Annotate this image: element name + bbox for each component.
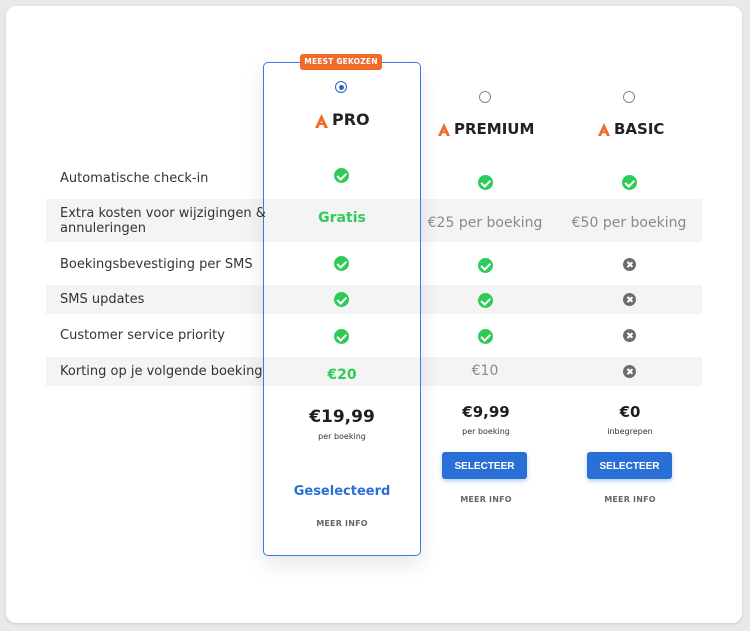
check-icon — [478, 293, 493, 308]
check-icon — [334, 256, 349, 271]
cross-icon — [623, 258, 636, 271]
brand-logo-icon — [315, 113, 328, 128]
brand-logo-icon — [438, 123, 450, 136]
check-icon — [622, 175, 637, 190]
feature-label-service-priority: Customer service priority — [60, 328, 225, 343]
cross-icon — [623, 293, 636, 306]
feature-label-extra-kosten: Extra kosten voor wijzigingen & annuleri… — [60, 206, 266, 236]
plan-name-premium: PREMIUM — [454, 120, 535, 138]
select-button-basic[interactable]: SELECTEER — [587, 452, 672, 479]
select-button-premium[interactable]: SELECTEER — [442, 452, 527, 479]
feature-label-sms-updates: SMS updates — [60, 292, 145, 307]
plan-radio-premium[interactable] — [479, 91, 491, 103]
check-icon — [334, 168, 349, 183]
plan-title-basic: BASIC — [598, 120, 664, 138]
plan-title-premium: PREMIUM — [438, 120, 534, 138]
plan-price-sub-pro: per boeking — [318, 432, 366, 441]
plan-price-sub-premium: per boeking — [462, 427, 510, 436]
plan-radio-pro[interactable] — [335, 81, 347, 93]
plan-selected-label-pro[interactable]: Geselecteerd — [284, 484, 400, 499]
feature-label-korting: Korting op je volgende boeking — [60, 364, 263, 379]
check-icon — [478, 175, 493, 190]
check-icon — [478, 258, 493, 273]
more-info-link-basic[interactable]: MEER INFO — [572, 495, 688, 504]
plan-radio-basic[interactable] — [623, 91, 635, 103]
most-chosen-badge: MEEST GEKOZEN — [300, 54, 382, 70]
pro-extra-kosten-value: Gratis — [318, 210, 366, 226]
plan-name-basic: BASIC — [614, 120, 665, 138]
pro-korting-value: €20 — [327, 367, 357, 383]
more-info-link-premium[interactable]: MEER INFO — [428, 495, 544, 504]
plan-price-premium: €9,99 — [462, 403, 510, 421]
plan-price-basic: €0 — [619, 403, 641, 421]
feature-label-checkin: Automatische check-in — [60, 171, 209, 186]
premium-korting-value: €10 — [471, 363, 499, 379]
basic-extra-kosten-value: €50 per boeking — [571, 215, 687, 231]
more-info-link-pro[interactable]: MEER INFO — [284, 519, 400, 528]
check-icon — [478, 329, 493, 344]
check-icon — [334, 292, 349, 307]
feature-label-sms-bevestiging: Boekingsbevestiging per SMS — [60, 257, 253, 272]
plan-title-pro: PRO — [315, 110, 370, 129]
cross-icon — [623, 329, 636, 342]
brand-logo-icon — [598, 123, 610, 136]
plan-price-sub-basic: inbegrepen — [607, 427, 653, 436]
cross-icon — [623, 365, 636, 378]
check-icon — [334, 329, 349, 344]
plan-name-pro: PRO — [332, 110, 370, 129]
plan-price-pro: €19,99 — [309, 407, 375, 427]
premium-extra-kosten-value: €25 per boeking — [427, 215, 543, 231]
